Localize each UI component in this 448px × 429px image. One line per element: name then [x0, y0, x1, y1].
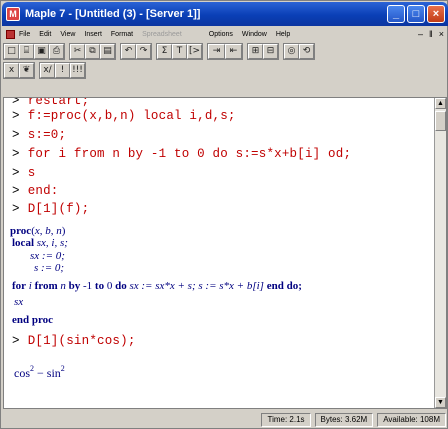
- output-s-assign: s := 0;: [34, 262, 65, 274]
- scroll-thumb[interactable]: [435, 111, 446, 131]
- new-icon[interactable]: □: [4, 44, 19, 59]
- output-end-proc: end proc: [12, 314, 54, 326]
- status-bytes: Bytes: 3.62M: [314, 413, 374, 427]
- text-icon[interactable]: T: [172, 44, 187, 59]
- open-icon[interactable]: ⌸: [19, 44, 34, 59]
- save-icon[interactable]: ▣: [34, 44, 49, 59]
- document-icon[interactable]: [6, 29, 15, 39]
- close-button[interactable]: ×: [427, 5, 445, 23]
- menu-window[interactable]: Window: [242, 31, 267, 38]
- execute-all-button[interactable]: !!!: [70, 63, 85, 78]
- menu-format[interactable]: Format: [111, 31, 133, 38]
- menu-file[interactable]: File: [19, 31, 30, 38]
- maple-leaf-icon[interactable]: ❦: [19, 63, 34, 78]
- window-title: Maple 7 - [Untitled (3) - [Server 1]]: [25, 8, 201, 20]
- math-input-button[interactable]: x: [4, 63, 19, 78]
- title-bar[interactable]: M Maple 7 - [Untitled (3) - [Server 1]] …: [2, 2, 448, 26]
- input-line[interactable]: > end:: [12, 184, 59, 198]
- paste-icon[interactable]: ▤: [100, 44, 115, 59]
- undo-icon[interactable]: ↶: [121, 44, 136, 59]
- input-line[interactable]: > D[1](sin*cos);: [12, 334, 136, 348]
- menu-bar: File Edit View Insert Format Spreadsheet…: [2, 27, 448, 41]
- sigma-icon[interactable]: Σ: [157, 44, 172, 59]
- main-toolbar: □ ⌸ ▣ ⎙ ✂ ⧉ ▤ ↶ ↷ Σ T [> ⇥ ⇤ ⊞ ⊟ ◎ ⟲: [3, 43, 319, 60]
- output-sx: sx: [14, 296, 24, 308]
- input-line[interactable]: > D[1](f);: [12, 202, 89, 216]
- copy-icon[interactable]: ⧉: [85, 44, 100, 59]
- minimize-button[interactable]: _: [387, 5, 405, 23]
- status-available: Available: 108M: [377, 413, 446, 427]
- indent-icon[interactable]: ⇥: [208, 44, 225, 59]
- maple-window: M Maple 7 - [Untitled (3) - [Server 1]] …: [0, 0, 448, 429]
- menu-help[interactable]: Help: [276, 31, 290, 38]
- cut-icon[interactable]: ✂: [70, 44, 85, 59]
- collapse-icon[interactable]: ⊟: [263, 44, 278, 59]
- doc-restore-button[interactable]: ǁ: [429, 29, 433, 39]
- input-line[interactable]: > for i from n by -1 to 0 do s:=s*x+b[i] …: [12, 147, 351, 161]
- menu-spreadsheet[interactable]: Spreadsheet: [142, 31, 182, 38]
- menu-edit[interactable]: Edit: [39, 31, 51, 38]
- output-sx-assign: sx := 0;: [30, 250, 65, 262]
- menu-insert[interactable]: Insert: [84, 31, 102, 38]
- redo-icon[interactable]: ↷: [136, 44, 151, 59]
- prompt-icon[interactable]: [>: [187, 44, 202, 59]
- maple-app-icon[interactable]: M: [6, 7, 20, 21]
- output-proc-header: proc(x, b, n): [10, 225, 66, 237]
- vertical-scrollbar[interactable]: ▲ ▼: [434, 98, 446, 408]
- output-local: local sx, i, s;: [12, 237, 68, 249]
- output-result: cos2 − sin2: [14, 364, 65, 380]
- input-line[interactable]: > s:=0;: [12, 128, 66, 142]
- input-line[interactable]: > s: [12, 166, 35, 180]
- input-line[interactable]: > f:=proc(x,b,n) local i,d,s;: [12, 109, 236, 123]
- execute-button[interactable]: !: [55, 63, 70, 78]
- restart-icon[interactable]: ⟲: [299, 44, 314, 59]
- doc-close-button[interactable]: ×: [439, 29, 444, 39]
- expand-icon[interactable]: ⊞: [248, 44, 263, 59]
- worksheet[interactable]: > restart; > f:=proc(x,b,n) local i,d,s; >…: [3, 97, 447, 409]
- print-icon[interactable]: ⎙: [49, 44, 64, 59]
- stop-icon[interactable]: ◎: [284, 44, 299, 59]
- status-time: Time: 2.1s: [261, 413, 311, 427]
- document-controls: – ǁ ×: [418, 29, 444, 39]
- outdent-icon[interactable]: ⇤: [225, 44, 242, 59]
- menu-options[interactable]: Options: [209, 31, 233, 38]
- status-bar: Time: 2.1s Bytes: 3.62M Available: 108M: [2, 411, 448, 429]
- maximize-button[interactable]: □: [407, 5, 425, 23]
- window-controls: _ □ ×: [387, 5, 445, 23]
- input-line[interactable]: > restart;: [12, 98, 89, 108]
- output-for-loop: for i from n by -1 to 0 do sx := sx*x + …: [12, 280, 302, 292]
- menu-view[interactable]: View: [60, 31, 75, 38]
- doc-minimize-button[interactable]: –: [418, 29, 423, 39]
- inert-button[interactable]: x/: [40, 63, 55, 78]
- scroll-up-icon[interactable]: ▲: [435, 98, 446, 109]
- context-toolbar: x ❦ x/ ! !!!: [3, 62, 90, 79]
- scroll-down-icon[interactable]: ▼: [435, 397, 446, 408]
